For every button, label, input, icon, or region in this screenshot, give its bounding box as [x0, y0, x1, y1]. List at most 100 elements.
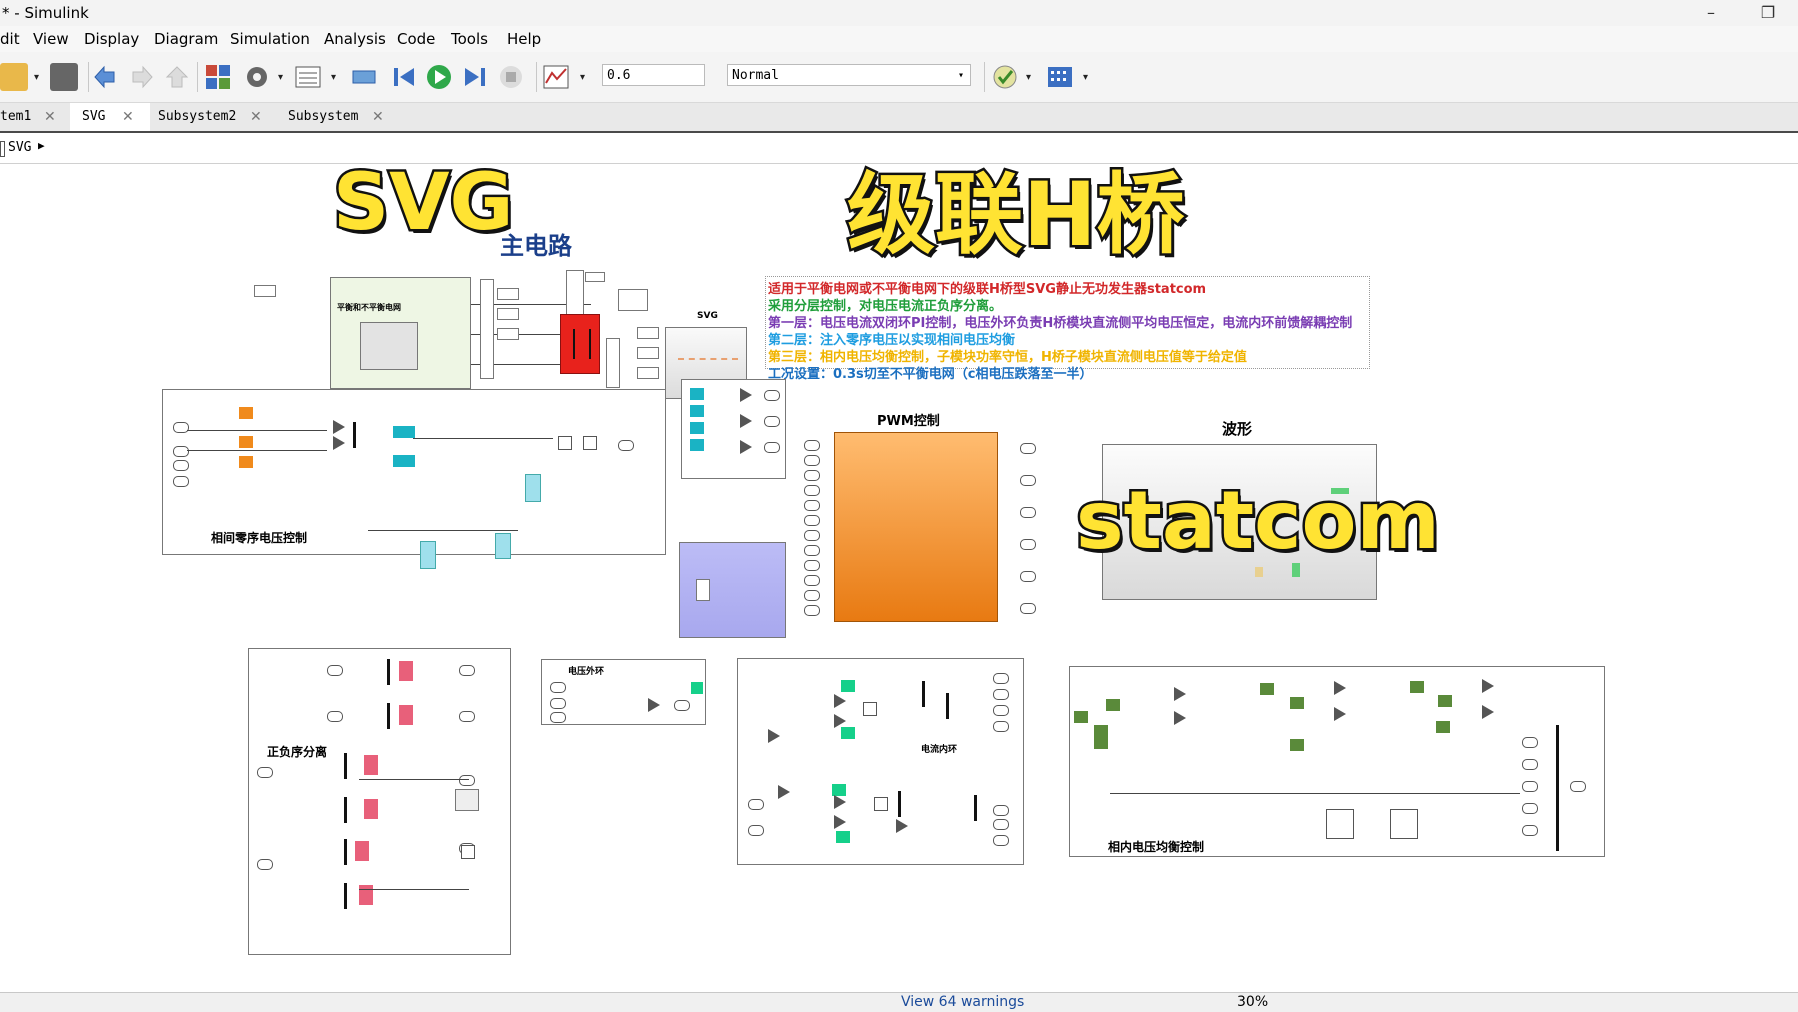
orange-block: [239, 436, 253, 448]
inport: [550, 682, 566, 693]
breadcrumb-item-svg[interactable]: SVG: [8, 140, 31, 155]
grid-dropdown-icon[interactable]: ▾: [1083, 72, 1088, 83]
menu-diagram[interactable]: Diagram: [154, 30, 218, 48]
simulation-mode-select[interactable]: Normal ▾: [727, 64, 971, 86]
update-diagram-icon[interactable]: [350, 63, 378, 91]
tab-subsystem2[interactable]: Subsystem2 ✕: [158, 103, 268, 131]
menu-help[interactable]: Help: [507, 30, 541, 48]
phase-voltage-balance-subsystem[interactable]: 相内电压均衡控制: [1069, 666, 1605, 857]
model-explorer-icon[interactable]: [294, 63, 322, 91]
open-folder-icon[interactable]: [0, 63, 28, 91]
scope-dropdown-icon[interactable]: ▾: [580, 72, 585, 83]
const-block[interactable]: [497, 308, 519, 320]
menu-view[interactable]: View: [33, 30, 69, 48]
library-browser-icon[interactable]: [204, 63, 232, 91]
const-block[interactable]: [637, 367, 659, 379]
inport: [327, 665, 343, 676]
pwm-inport: [804, 545, 820, 556]
purple-subsystem[interactable]: [679, 542, 786, 638]
close-icon[interactable]: ✕: [372, 103, 384, 131]
pink-block: [355, 841, 369, 861]
advisor-dropdown-icon[interactable]: ▾: [1026, 72, 1031, 83]
teal-subsystem[interactable]: [681, 379, 786, 479]
teal-block: [393, 455, 415, 467]
pwm-inport: [804, 440, 820, 451]
measurement-block[interactable]: [480, 279, 494, 379]
small-block[interactable]: [254, 285, 276, 297]
overlay-svg-caption: SVG: [331, 156, 517, 251]
breadcrumb-arrow-icon[interactable]: ▶: [38, 139, 45, 152]
outport: [674, 700, 690, 711]
outport: [993, 721, 1009, 732]
pwm-outport: [1020, 571, 1036, 582]
const-block[interactable]: [637, 327, 659, 339]
menu-code[interactable]: Code: [397, 30, 435, 48]
settings-gear-icon[interactable]: [243, 63, 271, 91]
voltage-outer-loop-subsystem[interactable]: 电压外环: [541, 659, 706, 725]
toolbar-separator: [536, 62, 537, 92]
pink-block: [359, 885, 373, 905]
grid-source-subsystem[interactable]: 平衡和不平衡电网: [330, 277, 471, 389]
h-bridge-block[interactable]: [560, 314, 600, 374]
tab-label: SVG: [82, 109, 106, 124]
stop-icon[interactable]: [497, 63, 525, 91]
const-block[interactable]: [497, 328, 519, 340]
grid-table-icon[interactable]: [1046, 63, 1074, 91]
restore-button[interactable]: ❐: [1748, 2, 1788, 24]
pwm-outport: [1020, 507, 1036, 518]
olive-block: [1436, 721, 1450, 733]
mux-block[interactable]: [606, 338, 620, 388]
outport: [764, 416, 780, 427]
warnings-link[interactable]: View 64 warnings: [901, 994, 1024, 1010]
settings-dropdown-icon[interactable]: ▾: [278, 72, 283, 83]
toolbar-separator: [984, 62, 985, 92]
gain-triangle-icon: [1482, 679, 1494, 693]
teal-block: [690, 388, 704, 400]
back-icon[interactable]: [92, 63, 120, 91]
wire: [187, 430, 327, 431]
menu-simulation[interactable]: Simulation: [230, 30, 310, 48]
inport: [550, 712, 566, 723]
run-icon[interactable]: [425, 63, 453, 91]
green-block: [691, 682, 703, 694]
gain-triangle-icon: [333, 436, 345, 450]
gain-block[interactable]: [618, 289, 648, 311]
pwm-inport: [804, 515, 820, 526]
current-inner-loop-subsystem[interactable]: 电流内环: [737, 658, 1024, 865]
close-icon[interactable]: ✕: [250, 103, 262, 131]
const-block[interactable]: [497, 288, 519, 300]
stop-time-input[interactable]: 0.6: [602, 64, 705, 86]
orange-block: [239, 407, 253, 419]
inport: [327, 711, 343, 722]
step-forward-icon[interactable]: [461, 63, 489, 91]
pwm-outport: [1020, 603, 1036, 614]
outport: [459, 775, 475, 786]
close-icon[interactable]: ✕: [44, 103, 56, 131]
port-block[interactable]: [585, 272, 605, 282]
teal-block: [420, 541, 436, 569]
open-dropdown-icon[interactable]: ▾: [34, 72, 39, 83]
tab-subsystem[interactable]: Subsystem ✕: [288, 103, 388, 131]
menu-tools[interactable]: Tools: [451, 30, 488, 48]
forward-icon[interactable]: [127, 63, 155, 91]
tab-svg[interactable]: SVG ✕: [70, 103, 150, 131]
save-icon[interactable]: [50, 63, 78, 91]
description-annotation[interactable]: 适用于平衡电网或不平衡电网下的级联H桥型SVG静止无功发生器statcom 采用…: [765, 276, 1370, 382]
explorer-dropdown-icon[interactable]: ▾: [331, 72, 336, 83]
tab-system1[interactable]: tem1 ✕: [0, 103, 62, 131]
close-icon[interactable]: ✕: [122, 103, 134, 131]
diagram-canvas[interactable]: 主电路 平衡和不平衡电网 SVG 适用于平衡电网或不平衡电网下的级联H桥型SVG…: [0, 156, 1798, 990]
menu-analysis[interactable]: Analysis: [324, 30, 386, 48]
h-bridge-switch-icon: [573, 329, 591, 359]
const-block[interactable]: [637, 347, 659, 359]
zero-sequence-control-subsystem[interactable]: 相间零序电压控制: [162, 389, 666, 569]
minimize-button[interactable]: –: [1691, 2, 1731, 24]
model-advisor-icon[interactable]: [991, 63, 1019, 91]
pos-neg-sequence-subsystem[interactable]: 正负序分离: [248, 648, 511, 955]
scope-icon[interactable]: [542, 63, 570, 91]
step-back-icon[interactable]: [390, 63, 418, 91]
menu-display[interactable]: Display: [84, 30, 139, 48]
menu-edit[interactable]: dit: [0, 30, 20, 48]
up-icon[interactable]: [163, 63, 191, 91]
pwm-control-subsystem[interactable]: [834, 432, 998, 622]
